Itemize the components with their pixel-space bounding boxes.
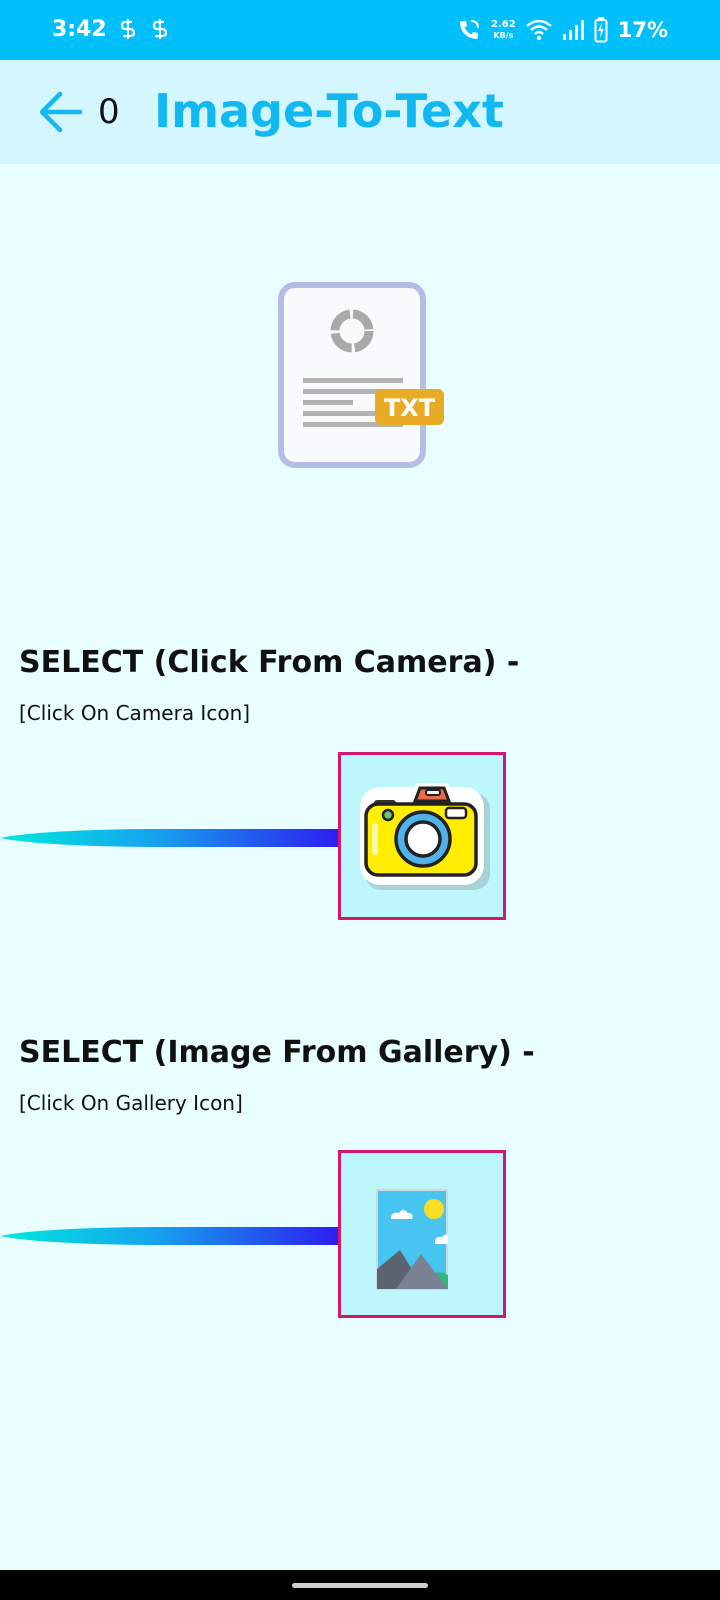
- battery-charging-icon: [594, 17, 608, 43]
- camera-section-hint: [Click On Camera Icon]: [19, 701, 251, 725]
- speed-value: 2.62: [491, 19, 516, 30]
- status-time: 3:42: [52, 17, 107, 42]
- gallery-section-title: SELECT (Image From Gallery) -: [19, 1035, 535, 1070]
- gallery-divider-beam: [0, 1227, 346, 1245]
- camera-button[interactable]: [338, 752, 506, 920]
- notification-s-icon-2: [152, 19, 168, 39]
- app-bar: 0 Image-To-Text: [0, 60, 720, 164]
- battery-percent: 17%: [617, 18, 668, 42]
- txt-document-icon: TXT: [278, 282, 444, 468]
- network-speed: 2.62 KB/s: [491, 19, 516, 41]
- camera-icon: [360, 783, 490, 890]
- wifi-icon: [525, 19, 552, 41]
- camera-divider-beam: [0, 829, 346, 847]
- speed-unit: KB/s: [493, 31, 514, 40]
- counter: 0: [98, 92, 120, 132]
- notification-s-icon: [120, 19, 136, 39]
- status-bar: 3:42 2.62 KB/s 17%: [0, 0, 720, 60]
- txt-badge-label: TXT: [384, 394, 436, 422]
- gallery-button[interactable]: [338, 1150, 506, 1318]
- gallery-icon: [376, 1189, 448, 1290]
- camera-section-title: SELECT (Click From Camera) -: [19, 645, 520, 680]
- gallery-section-hint: [Click On Gallery Icon]: [19, 1091, 243, 1115]
- signal-icon: [562, 20, 584, 40]
- home-gesture-pill[interactable]: [292, 1583, 428, 1588]
- page-title: Image-To-Text: [154, 84, 504, 138]
- arrow-left-icon[interactable]: [36, 88, 84, 136]
- navigation-bar: [0, 1570, 720, 1600]
- wifi-calling-icon: [460, 20, 480, 39]
